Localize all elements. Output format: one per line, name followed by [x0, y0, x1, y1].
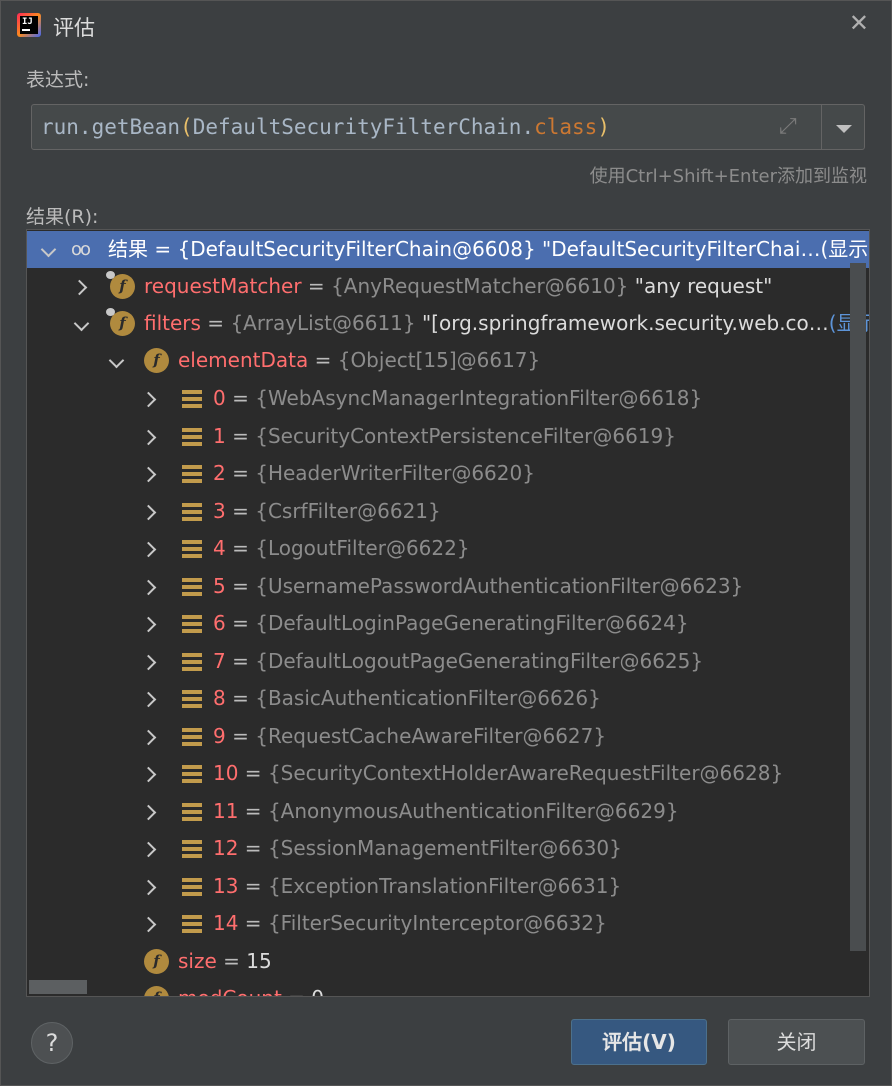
chevron-right-icon[interactable]	[141, 718, 161, 755]
tree-row-item[interactable]: 9 = {RequestCacheAwareFilter@6627}	[27, 718, 869, 755]
chevron-right-icon[interactable]	[141, 793, 161, 830]
tree-row-item[interactable]: 12 = {SessionManagementFilter@6630}	[27, 830, 869, 867]
history-dropdown-button[interactable]	[821, 104, 865, 150]
tree-row-item[interactable]: 2 = {HeaderWriterFilter@6620}	[27, 455, 869, 492]
field-icon: f	[144, 348, 169, 373]
array-element-icon	[182, 540, 202, 558]
chevron-down-icon	[836, 125, 852, 133]
array-element-icon	[182, 690, 202, 708]
chevron-right-icon[interactable]	[141, 418, 161, 455]
intellij-icon: IJ	[17, 13, 41, 37]
field-icon: f	[106, 308, 135, 336]
chevron-right-icon[interactable]	[141, 493, 161, 530]
chevron-right-icon[interactable]	[141, 868, 161, 905]
result-tree[interactable]: oo 结果 = {DefaultSecurityFilterChain@6608…	[26, 229, 870, 997]
tree-row-root[interactable]: oo 结果 = {DefaultSecurityFilterChain@6608…	[27, 231, 869, 268]
close-button[interactable]: 关闭	[728, 1019, 865, 1065]
chevron-right-icon[interactable]	[141, 755, 161, 792]
expression-input[interactable]: run.getBean(DefaultSecurityFilterChain.c…	[31, 104, 822, 150]
root-value: {DefaultSecurityFilterChain@6608} "Defau…	[177, 237, 821, 261]
vertical-scrollbar[interactable]	[850, 263, 866, 951]
tree-row-filters[interactable]: f filters = {ArrayList@6611} "[org.sprin…	[27, 305, 869, 342]
array-element-icon	[182, 615, 202, 633]
array-element-icon	[182, 802, 202, 821]
chevron-right-icon[interactable]	[141, 455, 161, 492]
array-element-icon	[182, 877, 202, 896]
field-icon: f	[144, 949, 169, 974]
root-name: 结果	[108, 237, 148, 261]
tree-row-item[interactable]: 11 = {AnonymousAuthenticationFilter@6629…	[27, 793, 869, 830]
array-element-icon	[182, 727, 202, 746]
tree-row-item[interactable]: 14 = {FilterSecurityInterceptor@6632}	[27, 905, 869, 942]
close-icon[interactable]: ✕	[849, 9, 869, 37]
array-element-icon	[182, 427, 202, 446]
tree-row-item[interactable]: 10 = {SecurityContextHolderAwareRequestF…	[27, 755, 869, 792]
chevron-right-icon[interactable]	[141, 680, 161, 717]
help-button[interactable]: ?	[31, 1022, 73, 1064]
result-label: 结果(R):	[26, 206, 99, 228]
chevron-right-icon[interactable]	[141, 380, 161, 417]
watch-hint: 使用Ctrl+Shift+Enter添加到监视	[589, 166, 867, 187]
tree-row-element-data[interactable]: f elementData = {Object[15]@6617}	[27, 342, 869, 379]
tree-row-item[interactable]: 1 = {SecurityContextPersistenceFilter@66…	[27, 418, 869, 455]
horizontal-scrollbar[interactable]	[29, 980, 87, 994]
dialog-title: 评估	[53, 16, 95, 40]
chevron-right-icon[interactable]	[141, 530, 161, 567]
chevron-right-icon[interactable]	[141, 605, 161, 642]
chevron-down-icon[interactable]	[39, 231, 59, 268]
tree-row-item[interactable]: 8 = {BasicAuthenticationFilter@6626}	[27, 680, 869, 717]
tree-row-item[interactable]: 6 = {DefaultLoginPageGeneratingFilter@66…	[27, 605, 869, 642]
field-icon: f	[106, 271, 135, 299]
chevron-right-icon[interactable]	[72, 268, 92, 305]
tree-row-item[interactable]: 13 = {ExceptionTranslationFilter@6631}	[27, 868, 869, 905]
root-show-link[interactable]: (显示)	[820, 237, 869, 261]
tree-row-item[interactable]: 7 = {DefaultLogoutPageGeneratingFilter@6…	[27, 643, 869, 680]
array-element-icon	[182, 915, 202, 933]
title-bar: IJ 评估 ✕	[1, 1, 891, 49]
array-element-icon	[182, 652, 202, 671]
tree-row-mod-count[interactable]: f modCount = 0	[27, 980, 869, 996]
array-element-icon	[182, 390, 202, 408]
array-element-icon	[182, 765, 202, 783]
chevron-right-icon[interactable]	[141, 568, 161, 605]
tree-row-request-matcher[interactable]: f requestMatcher = {AnyRequestMatcher@66…	[27, 268, 869, 305]
tree-row-item[interactable]: 4 = {LogoutFilter@6622}	[27, 530, 869, 567]
expand-editor-icon[interactable]: ⤢	[779, 115, 803, 139]
tree-row-item[interactable]: 0 = {WebAsyncManagerIntegrationFilter@66…	[27, 380, 869, 417]
chevron-right-icon[interactable]	[141, 830, 161, 867]
expression-code[interactable]: run.getBean(DefaultSecurityFilterChain.c…	[41, 115, 610, 139]
array-element-icon	[182, 840, 202, 858]
chevron-right-icon[interactable]	[141, 643, 161, 680]
chevron-down-icon[interactable]	[72, 305, 92, 342]
tree-row-item[interactable]: 5 = {UsernamePasswordAuthenticationFilte…	[27, 568, 869, 605]
watch-glasses-icon: oo	[71, 239, 91, 260]
array-element-icon	[182, 502, 202, 521]
chevron-down-icon[interactable]	[107, 342, 127, 379]
field-icon: f	[144, 986, 169, 996]
array-element-icon	[182, 577, 202, 596]
evaluate-button[interactable]: 评估(V)	[571, 1019, 707, 1065]
array-element-icon	[182, 465, 202, 483]
evaluate-dialog: IJ 评估 ✕ 表达式: run.getBean(DefaultSecurity…	[0, 0, 892, 1086]
tree-row-item[interactable]: 3 = {CsrfFilter@6621}	[27, 493, 869, 530]
expression-label: 表达式:	[26, 69, 90, 91]
chevron-right-icon[interactable]	[141, 905, 161, 942]
tree-row-size[interactable]: f size = 15	[27, 943, 869, 980]
